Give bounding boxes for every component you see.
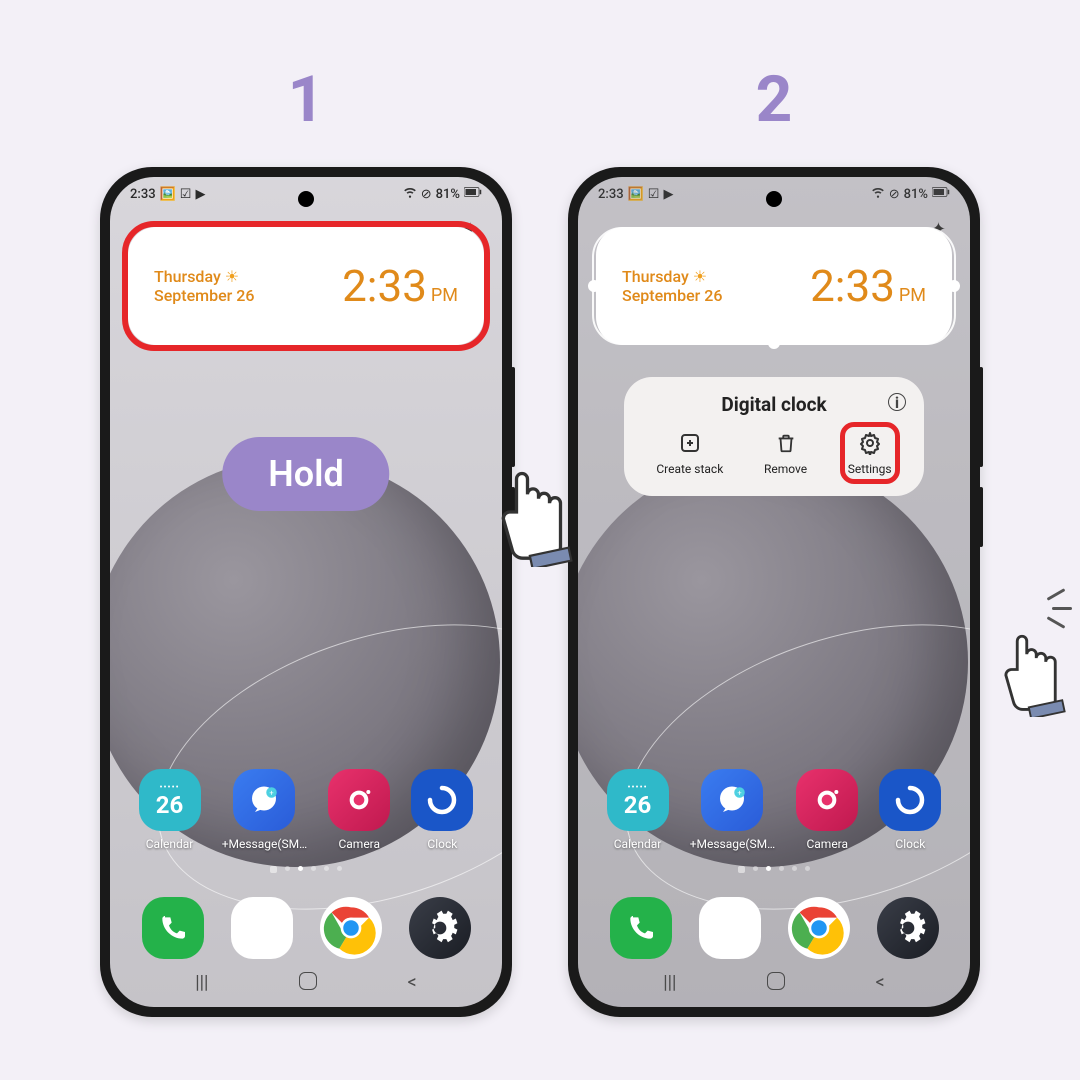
clock-app[interactable]: Clock [411,769,473,851]
svg-text:+: + [270,789,274,798]
camera-app[interactable]: Camera [328,769,390,851]
volume-button [979,367,983,467]
home-app[interactable] [699,897,761,959]
svg-text:+: + [738,789,742,798]
hand-cursor-icon [478,457,588,567]
volume-button [511,367,515,467]
back-button[interactable]: < [876,972,885,993]
step-number-1: 1 [288,62,325,137]
dock [110,897,502,959]
resize-handle-right[interactable] [948,280,960,292]
selection-frame[interactable] [592,227,956,345]
remove-button[interactable]: Remove [764,430,807,476]
page-indicator [578,866,970,873]
chrome-app[interactable] [788,897,850,959]
nav-bar: ||| < [110,966,502,999]
step-2: 2 2:33 🖼️ ☑ ▶ ⊘ 81% [568,62,980,1080]
phone-app[interactable] [142,897,204,959]
highlight-outline [122,221,490,351]
image-icon: 🖼️ [160,187,176,202]
nav-bar: ||| < [578,966,970,999]
recents-button[interactable]: ||| [663,972,676,993]
step-1: 1 2:33 🖼️ ☑ ▶ ⊘ 81% [100,62,512,1080]
play-icon: ▶ [195,187,205,202]
clock-app[interactable]: Clock [879,769,941,851]
settings-button[interactable]: Settings [848,430,892,476]
plus-square-icon [677,430,703,456]
no-signal-icon: ⊘ [421,187,432,202]
phone-frame-2: 2:33 🖼️ ☑ ▶ ⊘ 81% ✦ [568,167,980,1017]
highlight-outline [840,422,900,484]
home-app[interactable] [231,897,293,959]
chrome-app[interactable] [320,897,382,959]
info-icon[interactable]: i [888,393,906,411]
home-button[interactable] [299,972,317,990]
recents-button[interactable]: ||| [195,972,208,993]
camera-app[interactable]: Camera [796,769,858,851]
phone-screen-1: 2:33 🖼️ ☑ ▶ ⊘ 81% ✦ [110,177,502,1007]
hold-label: Hold [222,437,389,511]
home-button[interactable] [767,972,785,990]
battery-icon [464,186,482,202]
resize-handle-bottom[interactable] [768,337,780,349]
battery-text: 81% [436,187,460,202]
settings-app[interactable] [877,897,939,959]
phone-screen-2: 2:33 🖼️ ☑ ▶ ⊘ 81% ✦ [578,177,970,1007]
calendar-app[interactable]: •••••26Calendar [607,769,669,851]
check-icon: ☑ [180,187,192,202]
settings-app[interactable] [409,897,471,959]
trash-icon [773,430,799,456]
phone-app[interactable] [610,897,672,959]
step-number-2: 2 [756,62,793,137]
hand-cursor-icon [984,622,1079,717]
camera-notch [298,191,314,207]
status-time: 2:33 [130,187,156,202]
resize-handle-left[interactable] [588,280,600,292]
phone-frame-1: 2:33 🖼️ ☑ ▶ ⊘ 81% ✦ [100,167,512,1017]
power-button [979,487,983,547]
popup-title: Digital clock [721,393,826,416]
calendar-app[interactable]: •••••26 Calendar [139,769,201,851]
app-row: •••••26Calendar ++Message(SM… Camera Clo… [578,769,970,851]
back-button[interactable]: < [408,972,417,993]
message-app[interactable]: ++Message(SM… [690,769,775,851]
dock [578,897,970,959]
page-indicator [110,866,502,873]
wifi-icon [403,185,417,203]
widget-menu-popup: Digital clock i Create stack Remove [624,377,924,496]
create-stack-button[interactable]: Create stack [656,430,723,476]
app-row: •••••26 Calendar + +Message(SM… Camera C… [110,769,502,851]
camera-notch [766,191,782,207]
message-app[interactable]: + +Message(SM… [222,769,307,851]
